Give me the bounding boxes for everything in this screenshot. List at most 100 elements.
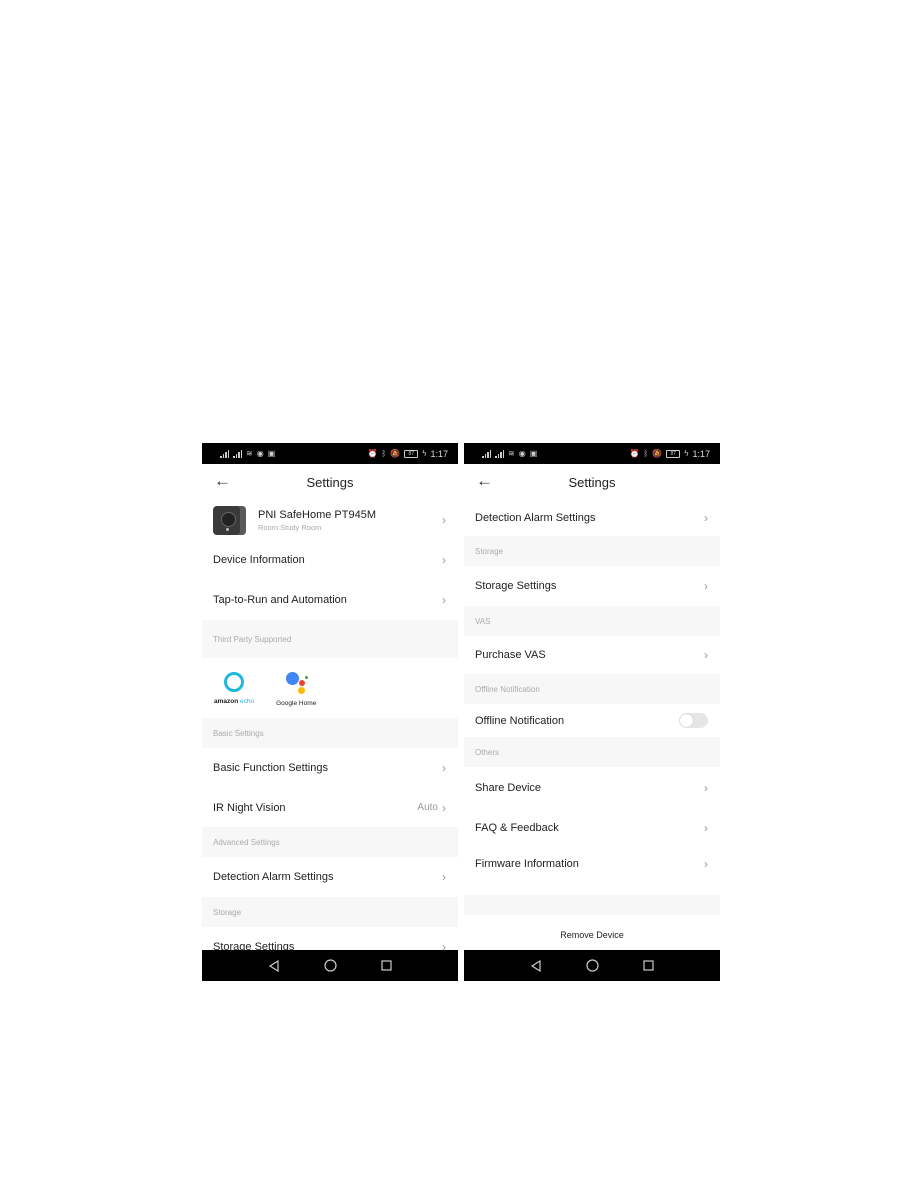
tap-to-run-row[interactable]: Tap-to-Run and Automation ›: [202, 580, 458, 620]
section-header-others: Others: [464, 737, 720, 767]
device-information-row[interactable]: Device Information ›: [202, 540, 458, 580]
nfc-icon: ▣: [267, 448, 276, 458]
amazon-echo-icon: [224, 671, 245, 692]
section-header-advanced: Advanced Settings: [202, 827, 458, 857]
battery-icon: 87: [666, 449, 681, 458]
settings-screen-left: ≋ ◉ ▣ ⏰ ᛒ 🔕 87 ϟ 1:17 ← Settings PNI Saf…: [202, 443, 458, 981]
section-header-offline: Offline Notification: [464, 674, 720, 704]
detection-alarm-settings-row[interactable]: Detection Alarm Settings ›: [464, 500, 720, 536]
status-bar: ≋ ◉ ▣ ⏰ ᛒ 🔕 87 ϟ 1:17: [464, 443, 720, 464]
chevron-right-icon: ›: [442, 761, 446, 775]
page-title: Settings: [306, 474, 354, 490]
third-party-list: amazon echo Google Home: [202, 658, 458, 718]
back-arrow-icon[interactable]: ←: [214, 472, 231, 490]
basic-function-settings-row[interactable]: Basic Function Settings ›: [202, 748, 458, 788]
section-header-vas: VAS: [464, 606, 720, 636]
google-product: Home: [298, 699, 317, 707]
row-label: Tap-to-Run and Automation: [213, 594, 347, 606]
settings-screen-right: ≋ ◉ ▣ ⏰ ᛒ 🔕 87 ϟ 1:17 ← Settings Detecti…: [464, 443, 720, 981]
chevron-right-icon: ›: [704, 648, 708, 662]
nav-recents-button[interactable]: [378, 958, 394, 974]
nfc-icon: ▣: [529, 448, 538, 458]
google-home-link[interactable]: Google Home: [276, 670, 316, 707]
section-header-storage: Storage: [464, 536, 720, 566]
signal-icon: [220, 449, 229, 458]
row-label: Purchase VAS: [475, 649, 546, 661]
status-time: 1:17: [692, 448, 710, 459]
chevron-right-icon: ›: [442, 513, 446, 527]
amazon-product: echo: [240, 697, 255, 705]
row-label: FAQ & Feedback: [475, 822, 559, 834]
chevron-right-icon: ›: [704, 511, 708, 525]
camera-device-icon: [213, 505, 246, 535]
app-bar: ← Settings: [202, 464, 458, 500]
ir-night-vision-row[interactable]: IR Night Vision Auto ›: [202, 788, 458, 827]
nav-back-button[interactable]: [266, 958, 282, 974]
alarm-icon: ⏰: [367, 448, 378, 458]
wifi-icon: ≋: [246, 448, 253, 458]
device-room: Room:Study Room: [258, 522, 322, 532]
signal-icon: [482, 449, 491, 458]
wifi-icon: ≋: [508, 448, 515, 458]
section-header-storage: Storage: [202, 897, 458, 927]
hotspot-icon: ◉: [256, 448, 264, 458]
section-header-basic: Basic Settings: [202, 718, 458, 748]
row-label: Firmware Information: [475, 858, 579, 870]
faq-feedback-row[interactable]: FAQ & Feedback ›: [464, 809, 720, 847]
offline-notification-toggle[interactable]: [679, 713, 708, 728]
purchase-vas-row[interactable]: Purchase VAS ›: [464, 636, 720, 674]
storage-settings-row[interactable]: Storage Settings ›: [202, 927, 458, 951]
hotspot-icon: ◉: [518, 448, 526, 458]
row-label: Device Information: [213, 554, 305, 566]
chevron-right-icon: ›: [704, 579, 708, 593]
back-arrow-icon[interactable]: ←: [476, 472, 493, 490]
row-label: Basic Function Settings: [213, 762, 328, 774]
ir-night-vision-value: Auto: [417, 802, 438, 813]
share-device-row[interactable]: Share Device ›: [464, 767, 720, 809]
remove-device-button[interactable]: Remove Device: [464, 915, 720, 951]
bluetooth-icon: ᛒ: [381, 448, 387, 458]
signal-icon: [233, 449, 242, 458]
chevron-right-icon: ›: [704, 821, 708, 835]
chevron-right-icon: ›: [704, 857, 708, 871]
row-label: IR Night Vision: [213, 801, 286, 814]
bluetooth-icon: ᛒ: [643, 448, 649, 458]
amazon-brand: amazon: [214, 697, 239, 705]
nav-recents-button[interactable]: [640, 958, 656, 974]
nav-back-button[interactable]: [528, 958, 544, 974]
google-assistant-icon: [283, 670, 309, 696]
storage-settings-row[interactable]: Storage Settings ›: [464, 566, 720, 606]
row-label: Offline Notification: [475, 714, 565, 727]
chevron-right-icon: ›: [442, 553, 446, 567]
row-label: Storage Settings: [475, 580, 557, 592]
chevron-right-icon: ›: [442, 593, 446, 607]
detection-alarm-settings-row[interactable]: Detection Alarm Settings ›: [202, 857, 458, 897]
row-label: Share Device: [475, 782, 542, 794]
nav-home-button[interactable]: [322, 958, 338, 974]
device-header-row[interactable]: PNI SafeHome PT945M Room:Study Room ›: [202, 500, 458, 540]
android-nav-bar: [202, 950, 458, 981]
status-bar: ≋ ◉ ▣ ⏰ ᛒ 🔕 87 ϟ 1:17: [202, 443, 458, 464]
chevron-right-icon: ›: [442, 870, 446, 884]
charging-icon: ϟ: [422, 448, 427, 458]
device-name: PNI SafeHome PT945M: [258, 508, 376, 521]
mute-icon: 🔕: [390, 448, 401, 458]
amazon-echo-link[interactable]: amazon echo: [214, 671, 255, 705]
row-label: Detection Alarm Settings: [213, 871, 334, 883]
nav-home-button[interactable]: [584, 958, 600, 974]
alarm-icon: ⏰: [629, 448, 640, 458]
mute-icon: 🔕: [652, 448, 663, 458]
firmware-information-row[interactable]: Firmware Information ›: [464, 847, 720, 881]
section-spacer: [464, 895, 720, 915]
chevron-right-icon: ›: [704, 781, 708, 795]
page-title: Settings: [568, 474, 616, 490]
row-label: Detection Alarm Settings: [475, 512, 596, 524]
google-brand: Google: [276, 699, 298, 707]
status-time: 1:17: [430, 448, 448, 459]
offline-notification-row: Offline Notification: [464, 704, 720, 737]
battery-icon: 87: [404, 449, 419, 458]
app-bar: ← Settings: [464, 464, 720, 500]
android-nav-bar: [464, 950, 720, 981]
chevron-right-icon: ›: [442, 800, 446, 815]
section-header-third-party: Third Party Supported: [202, 620, 458, 658]
